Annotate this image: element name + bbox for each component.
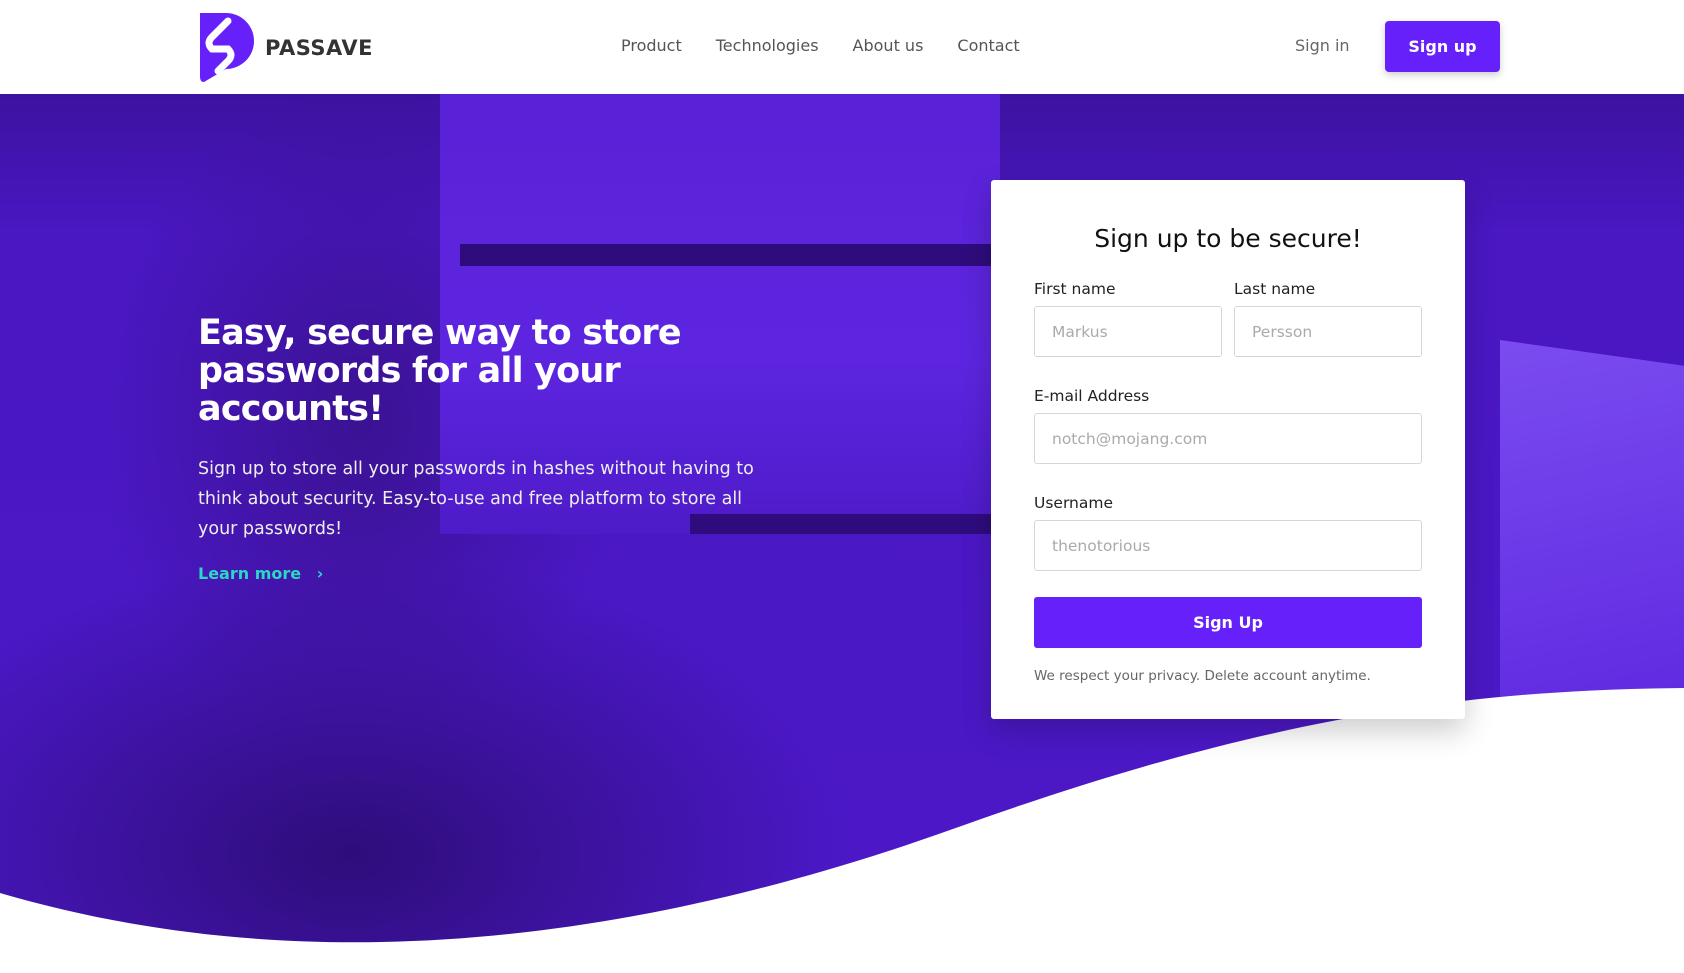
nav-technologies[interactable]: Technologies: [716, 36, 819, 55]
email-input[interactable]: [1034, 413, 1422, 464]
nav-product[interactable]: Product: [621, 36, 682, 55]
nav-contact[interactable]: Contact: [957, 36, 1019, 55]
logo[interactable]: PASSAVE: [198, 13, 373, 82]
privacy-note: We respect your privacy. Delete account …: [1034, 668, 1371, 684]
first-name-input[interactable]: [1034, 306, 1222, 357]
sign-up-submit-button[interactable]: Sign Up: [1034, 597, 1422, 648]
nav-about-us[interactable]: About us: [853, 36, 924, 55]
first-name-label: First name: [1034, 280, 1116, 298]
last-name-input[interactable]: [1234, 306, 1422, 357]
passave-logo-icon: [200, 13, 254, 82]
brand-name: PASSAVE: [265, 35, 373, 60]
main-nav: Product Technologies About us Contact: [621, 36, 1020, 55]
last-name-label: Last name: [1234, 280, 1316, 298]
header: PASSAVE Product Technologies About us Co…: [0, 0, 1684, 94]
email-label: E-mail Address: [1034, 387, 1150, 405]
username-label: Username: [1034, 494, 1114, 512]
signup-form-card: Sign up to be secure! First name Last na…: [991, 180, 1465, 719]
form-title: Sign up to be secure!: [1094, 224, 1362, 253]
username-input[interactable]: [1034, 520, 1422, 571]
sign-in-link[interactable]: Sign in: [1295, 36, 1350, 55]
sign-up-header-button[interactable]: Sign up: [1385, 21, 1500, 72]
